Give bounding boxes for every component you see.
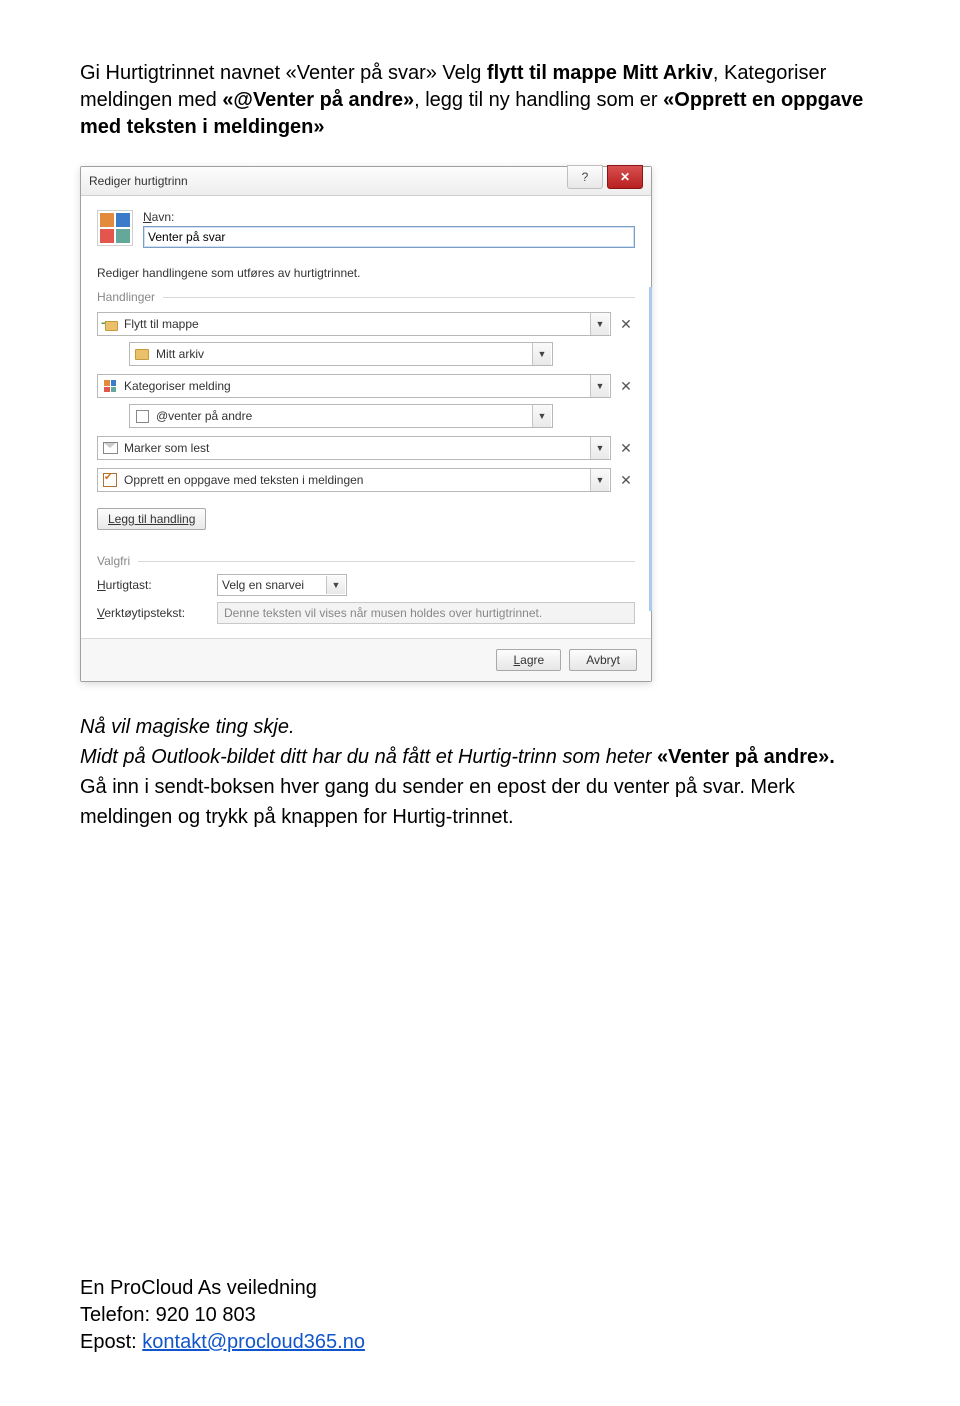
dialog-scrollbar[interactable] <box>649 287 652 611</box>
action-2-category-label: @venter på andre <box>156 409 252 423</box>
footer-email-label: Epost: <box>80 1331 142 1353</box>
intro-bold-1: flytt til mappe Mitt Arkiv <box>487 62 713 84</box>
folder-icon <box>134 346 150 362</box>
dialog-screenshot: Rediger hurtigtrinn ? ✕ Navn: Rediger ha… <box>80 166 880 682</box>
categorize-icon <box>102 378 118 394</box>
save-button[interactable]: Lagre <box>496 649 561 671</box>
hotkey-label: Hurtigtast: <box>97 578 207 592</box>
after-line-2b: «Venter på andre». <box>657 746 835 768</box>
close-icon: ✕ <box>620 170 630 184</box>
close-button[interactable]: ✕ <box>607 165 643 189</box>
dialog-title-text: Rediger hurtigtrinn <box>89 174 188 188</box>
after-paragraph: Nå vil magiske ting skje. Midt på Outloo… <box>80 712 880 832</box>
category-icon <box>134 408 150 424</box>
footer-line-2: Telefon: 920 10 803 <box>80 1302 365 1329</box>
create-task-icon <box>102 472 118 488</box>
optional-section-label: Valgfri <box>97 554 635 568</box>
remove-action-4[interactable]: ✕ <box>617 471 635 489</box>
quickstep-icon[interactable] <box>97 210 133 246</box>
intro-paragraph: Gi Hurtigtrinnet navnet «Venter på svar»… <box>80 60 880 141</box>
chevron-down-icon: ▼ <box>590 375 609 397</box>
mark-read-icon <box>102 440 118 456</box>
action-2-label: Kategoriser melding <box>124 379 231 393</box>
dialog-description: Rediger handlingene som utføres av hurti… <box>97 266 635 280</box>
action-2-select[interactable]: Kategoriser melding ▼ <box>97 374 611 398</box>
tooltip-placeholder: Denne teksten vil vises når musen holdes… <box>224 606 542 620</box>
action-4-select[interactable]: Opprett en oppgave med teksten i melding… <box>97 468 611 492</box>
name-input[interactable] <box>143 226 635 248</box>
action-1-folder-label: Mitt arkiv <box>156 347 204 361</box>
intro-bold-2: «@Venter på andre» <box>222 89 414 111</box>
chevron-down-icon: ▼ <box>590 469 609 491</box>
action-4-label: Opprett en oppgave med teksten i melding… <box>124 473 363 487</box>
tooltip-label: Verktøytipstekst: <box>97 606 207 620</box>
action-1-label: Flytt til mappe <box>124 317 199 331</box>
page-footer: En ProCloud As veiledning Telefon: 920 1… <box>80 1275 365 1356</box>
remove-action-3[interactable]: ✕ <box>617 439 635 457</box>
add-action-button[interactable]: Legg til handling <box>97 508 206 530</box>
after-line-2a: Midt på Outlook-bildet ditt har du nå få… <box>80 746 657 768</box>
edit-quickstep-dialog: Rediger hurtigtrinn ? ✕ Navn: Rediger ha… <box>80 166 652 682</box>
dialog-titlebar: Rediger hurtigtrinn ? ✕ <box>81 167 651 196</box>
after-line-3: Gå inn i sendt-boksen hver gang du sende… <box>80 772 880 832</box>
intro-text: Gi Hurtigtrinnet navnet «Venter på svar»… <box>80 62 487 84</box>
help-icon: ? <box>582 170 589 184</box>
remove-action-1[interactable]: ✕ <box>617 315 635 333</box>
action-3-select[interactable]: Marker som lest ▼ <box>97 436 611 460</box>
actions-section-label: Handlinger <box>97 290 635 304</box>
tooltip-text-input[interactable]: Denne teksten vil vises når musen holdes… <box>217 602 635 624</box>
action-3-label: Marker som lest <box>124 441 209 455</box>
action-2-category-select[interactable]: @venter på andre ▼ <box>129 404 553 428</box>
chevron-down-icon: ▼ <box>532 343 551 365</box>
chevron-down-icon: ▼ <box>326 576 345 594</box>
cancel-button[interactable]: Avbryt <box>569 649 637 671</box>
footer-email-link[interactable]: kontakt@procloud365.no <box>142 1331 365 1353</box>
action-1-select[interactable]: ➔ Flytt til mappe ▼ <box>97 312 611 336</box>
move-to-folder-icon: ➔ <box>102 316 118 332</box>
chevron-down-icon: ▼ <box>532 405 551 427</box>
footer-line-1: En ProCloud As veiledning <box>80 1275 365 1302</box>
hotkey-value: Velg en snarvei <box>222 578 304 592</box>
chevron-down-icon: ▼ <box>590 313 609 335</box>
action-1-folder-select[interactable]: Mitt arkiv ▼ <box>129 342 553 366</box>
remove-action-2[interactable]: ✕ <box>617 377 635 395</box>
name-label: Navn: <box>143 210 635 224</box>
chevron-down-icon: ▼ <box>590 437 609 459</box>
intro-text-3: , legg til ny handling som er <box>414 89 663 111</box>
hotkey-select[interactable]: Velg en snarvei ▼ <box>217 574 347 596</box>
after-line-1: Nå vil magiske ting skje. <box>80 712 880 742</box>
help-button[interactable]: ? <box>567 165 603 189</box>
